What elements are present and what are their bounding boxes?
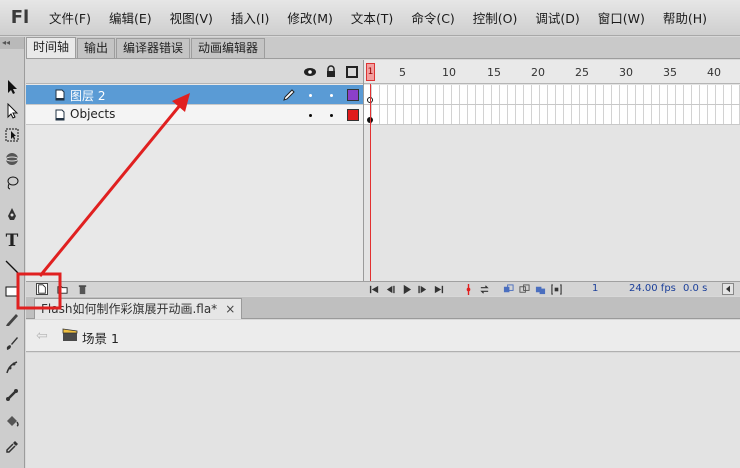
lock-all-icon[interactable] <box>324 65 338 79</box>
playhead-line <box>370 84 371 281</box>
layer-row-layer2[interactable]: 图层 2 <box>26 85 363 105</box>
tab-motion-editor[interactable]: 动画编辑器 <box>191 38 266 58</box>
ruler-tick: 35 <box>663 66 677 79</box>
timeline-status-bar: 1 24.00 fps 0.0 s <box>26 281 740 296</box>
close-document-icon[interactable]: × <box>225 302 235 316</box>
free-transform-tool-icon[interactable] <box>2 125 22 145</box>
ruler-tick: 40 <box>707 66 721 79</box>
frame-ruler[interactable]: 1 5 10 15 20 25 30 35 40 <box>364 60 740 84</box>
lock-dot[interactable] <box>330 114 333 117</box>
outline-color-box[interactable] <box>347 89 359 101</box>
layer-name[interactable]: 图层 2 <box>70 87 105 104</box>
frames-panel: 1 5 10 15 20 25 30 35 40 <box>363 60 740 281</box>
show-hide-all-eye-icon[interactable] <box>303 65 317 79</box>
outline-color-box[interactable] <box>347 109 359 121</box>
menu-control[interactable]: 控制(O) <box>464 8 527 27</box>
loop-icon[interactable] <box>478 283 490 295</box>
layer-page-icon <box>55 109 65 121</box>
visibility-dot[interactable] <box>309 94 312 97</box>
onion-skin-outlines-icon[interactable] <box>518 283 530 295</box>
scene-name[interactable]: 场景 1 <box>82 328 119 347</box>
layer-row-objects[interactable]: Objects <box>26 105 363 125</box>
menu-help[interactable]: 帮助(H) <box>654 8 716 27</box>
menu-view[interactable]: 视图(V) <box>161 8 222 27</box>
brush-tool-icon[interactable] <box>2 333 22 353</box>
menu-commands[interactable]: 命令(C) <box>402 8 463 27</box>
scroll-left-icon[interactable] <box>722 283 734 295</box>
menu-text[interactable]: 文本(T) <box>342 8 402 27</box>
frame-row-layer2[interactable] <box>364 85 740 105</box>
ruler-tick: 20 <box>531 66 545 79</box>
step-forward-icon[interactable] <box>416 283 428 295</box>
current-frame-value[interactable]: 1 <box>592 282 598 296</box>
play-icon[interactable] <box>400 283 412 295</box>
selection-tool-icon[interactable] <box>2 77 22 97</box>
elapsed-time-value: 0.0 s <box>683 283 708 294</box>
text-tool-icon[interactable]: T <box>2 231 22 251</box>
collapse-panel-button[interactable]: ◂◂ <box>0 37 24 49</box>
go-to-last-frame-icon[interactable] <box>432 283 444 295</box>
menu-bar: Fl 文件(F) 编辑(E) 视图(V) 插入(I) 修改(M) 文本(T) 命… <box>0 0 740 36</box>
rectangle-tool-icon[interactable] <box>2 281 22 301</box>
go-to-first-frame-icon[interactable] <box>368 283 380 295</box>
menu-modify[interactable]: 修改(M) <box>278 8 342 27</box>
visibility-dot[interactable] <box>309 114 312 117</box>
document-tab-bar: Flash如何制作彩旗展开动画.fla* × <box>26 297 740 319</box>
layer-name[interactable]: Objects <box>70 107 115 121</box>
lock-dot[interactable] <box>330 94 333 97</box>
step-back-icon[interactable] <box>384 283 396 295</box>
menu-file[interactable]: 文件(F) <box>40 8 100 27</box>
new-folder-icon[interactable] <box>56 283 68 295</box>
line-tool-icon[interactable] <box>2 257 22 277</box>
deco-tool-icon[interactable] <box>2 357 22 377</box>
modify-onion-markers-icon[interactable] <box>550 283 562 295</box>
scene-clapper-icon <box>62 328 78 341</box>
layers-header <box>26 60 363 84</box>
paint-bucket-tool-icon[interactable] <box>2 411 22 431</box>
playhead-marker[interactable]: 1 <box>366 63 375 81</box>
ruler-tick: 5 <box>399 66 406 79</box>
ruler-tick: 25 <box>575 66 589 79</box>
frame-row-objects[interactable] <box>364 105 740 125</box>
document-tab[interactable]: Flash如何制作彩旗展开动画.fla* × <box>34 298 243 319</box>
ruler-tick: 15 <box>487 66 501 79</box>
edit-multiple-frames-icon[interactable] <box>534 283 546 295</box>
menu-window[interactable]: 窗口(W) <box>589 8 654 27</box>
menu-debug[interactable]: 调试(D) <box>526 8 588 27</box>
pencil-edit-icon <box>283 89 295 101</box>
center-frame-icon[interactable] <box>462 283 474 295</box>
tools-panel: ◂◂ T <box>0 37 25 468</box>
layers-panel: 图层 2 Objects <box>26 60 363 281</box>
outline-all-icon[interactable] <box>345 65 359 79</box>
flash-logo: Fl <box>10 7 30 28</box>
stage-area[interactable] <box>26 353 740 468</box>
subselection-tool-icon[interactable] <box>2 101 22 121</box>
onion-skin-icon[interactable] <box>502 283 514 295</box>
menu-edit[interactable]: 编辑(E) <box>100 8 161 27</box>
ruler-tick: 30 <box>619 66 633 79</box>
panel-tabs: 时间轴 输出 编译器错误 动画编辑器 <box>26 37 740 59</box>
layer-page-icon <box>55 89 65 101</box>
menu-insert[interactable]: 插入(I) <box>222 8 278 27</box>
document-title: Flash如何制作彩旗展开动画.fla* <box>41 302 218 316</box>
lasso-tool-icon[interactable] <box>2 173 22 193</box>
frame-rate-value[interactable]: 24.00 fps <box>629 282 676 296</box>
edit-bar: ⇦ 场景 1 <box>26 320 740 352</box>
3d-rotation-tool-icon[interactable] <box>2 149 22 169</box>
eyedropper-tool-icon[interactable] <box>2 437 22 457</box>
back-arrow-icon[interactable]: ⇦ <box>36 328 48 344</box>
tab-output[interactable]: 输出 <box>77 38 116 58</box>
new-layer-icon[interactable] <box>36 283 48 295</box>
delete-layer-trash-icon[interactable] <box>76 283 88 295</box>
tab-compiler-errors[interactable]: 编译器错误 <box>116 38 191 58</box>
pen-tool-icon[interactable] <box>2 205 22 225</box>
ruler-tick: 10 <box>442 66 456 79</box>
pencil-tool-icon[interactable] <box>2 309 22 329</box>
tab-timeline[interactable]: 时间轴 <box>26 37 77 58</box>
bone-tool-icon[interactable] <box>2 385 22 405</box>
